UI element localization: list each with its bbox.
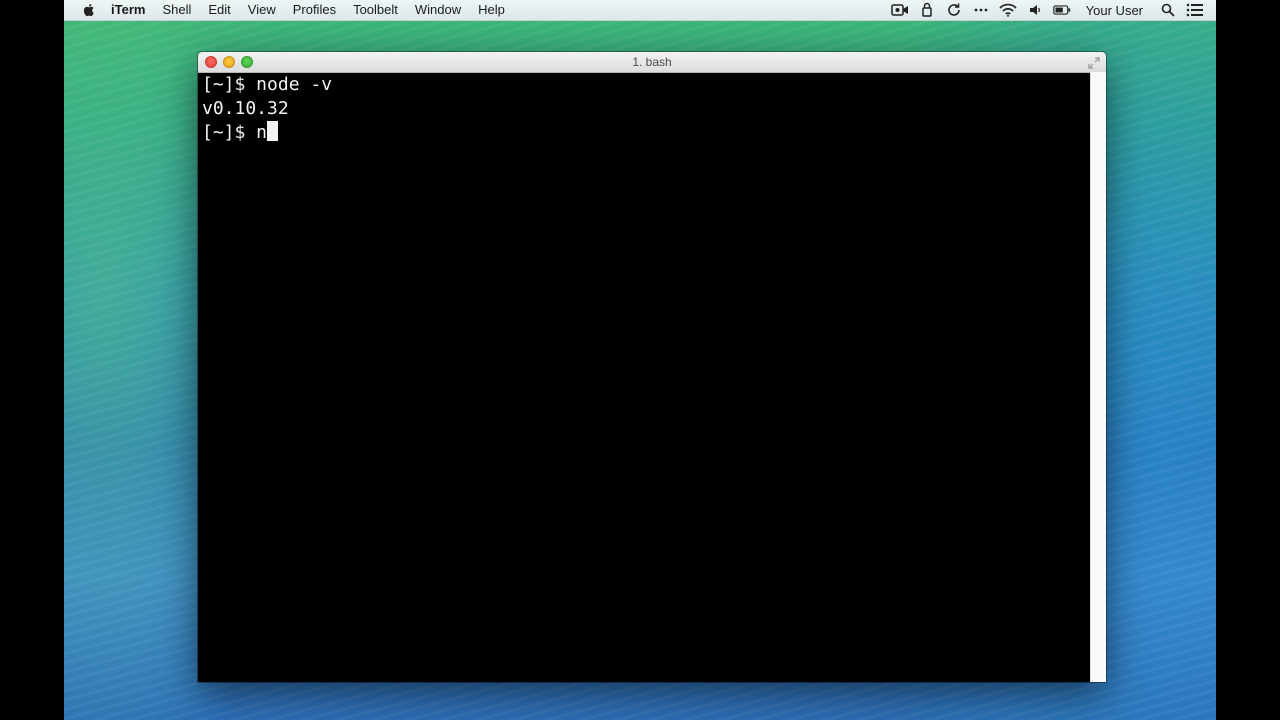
window-title: 1. bash (632, 55, 672, 69)
menu-bar: iTerm Shell Edit View Profiles Toolbelt … (64, 0, 1216, 21)
menu-shell[interactable]: Shell (162, 0, 191, 20)
menu-help[interactable]: Help (478, 0, 505, 20)
menu-window[interactable]: Window (415, 0, 461, 20)
terminal-window: 1. bash [~]$ node -v v0.10.32 [~]$ n (198, 52, 1106, 682)
spotlight-search-icon[interactable] (1159, 2, 1177, 18)
battery-icon[interactable] (1052, 2, 1071, 18)
text-cursor (267, 121, 279, 141)
menu-toolbelt[interactable]: Toolbelt (353, 0, 398, 20)
menu-profiles[interactable]: Profiles (293, 0, 336, 20)
window-titlebar[interactable]: 1. bash (198, 52, 1106, 73)
scrollbar[interactable] (1090, 72, 1106, 682)
user-name[interactable]: Your User (1086, 3, 1143, 18)
desktop-background: iTerm Shell Edit View Profiles Toolbelt … (64, 0, 1216, 720)
terminal-line: v0.10.32 (202, 98, 289, 119)
menu-edit[interactable]: Edit (208, 0, 230, 20)
terminal-output[interactable]: [~]$ node -v v0.10.32 [~]$ n (202, 72, 1090, 682)
wifi-icon[interactable] (999, 2, 1017, 18)
volume-icon[interactable] (1026, 2, 1044, 18)
menu-app-iterm[interactable]: iTerm (111, 0, 145, 20)
menu-view[interactable]: View (248, 0, 276, 20)
sync-icon[interactable] (945, 2, 963, 18)
facetime-camera-icon[interactable] (890, 2, 909, 18)
more-icon[interactable] (972, 2, 990, 18)
terminal-line: [~]$ node -v (202, 74, 333, 95)
fullscreen-icon[interactable] (1088, 56, 1100, 69)
apple-menu-icon[interactable] (81, 2, 97, 18)
notification-center-icon[interactable] (1186, 2, 1204, 18)
time-machine-icon[interactable] (918, 2, 936, 18)
terminal-prompt-line: [~]$ n (202, 121, 1090, 145)
